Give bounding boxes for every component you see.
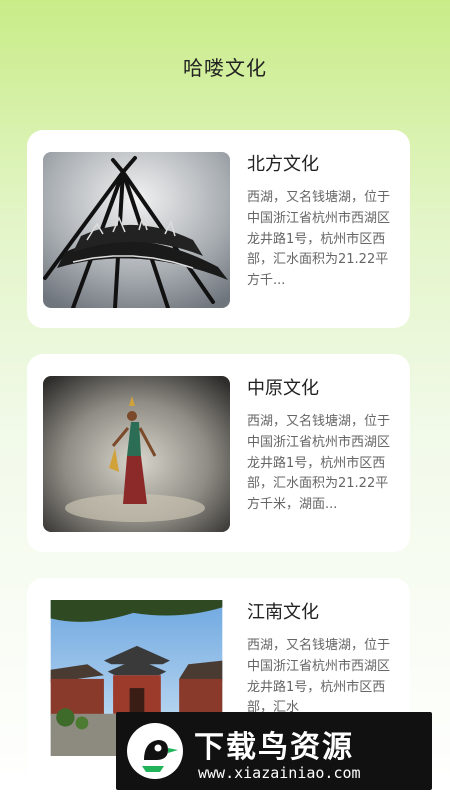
watermark-text: 下载鸟资源 [194, 730, 354, 765]
card-title: 江南文化 [247, 602, 319, 623]
page-title: 哈喽文化 [183, 56, 267, 80]
watermark-url: www.xiazainiao.com [198, 764, 361, 782]
card-image-dancer[interactable] [43, 376, 230, 532]
watermark-banner: 下载鸟资源 www.xiazainiao.com [116, 712, 432, 790]
card-title: 中原文化 [247, 378, 319, 399]
card-image-tipi[interactable] [43, 152, 230, 308]
culture-card-north[interactable]: 北方文化 西湖，又名钱塘湖，位于中国浙江省杭州市西湖区龙井路1号，杭州市区西部，… [27, 130, 410, 328]
culture-card-central[interactable]: 中原文化 西湖，又名钱塘湖，位于中国浙江省杭州市西湖区龙井路1号，杭州市区西部，… [27, 354, 410, 552]
card-description: 西湖，又名钱塘湖，位于中国浙江省杭州市西湖区龙井路1号，杭州市区西部，汇水面积为… [247, 190, 391, 289]
card-description: 西湖，又名钱塘湖，位于中国浙江省杭州市西湖区龙井路1号，杭州市区西部，汇水面积为… [247, 414, 391, 513]
card-title: 北方文化 [247, 154, 319, 175]
bird-logo-icon [124, 720, 186, 782]
